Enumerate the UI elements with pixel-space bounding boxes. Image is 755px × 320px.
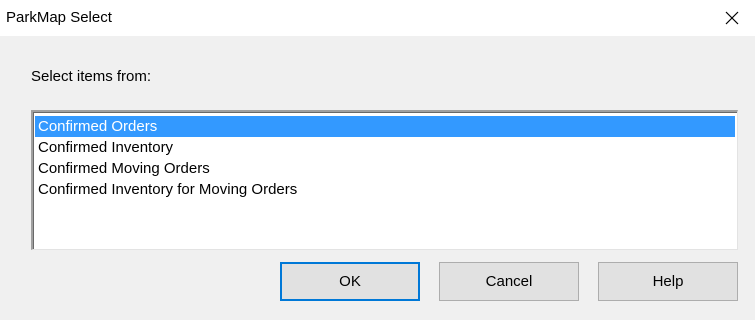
- parkmap-select-dialog: ParkMap Select Select items from: Confir…: [0, 0, 755, 320]
- list-item-confirmed-moving-orders[interactable]: Confirmed Moving Orders: [35, 158, 735, 179]
- close-icon: [725, 11, 739, 25]
- title-bar[interactable]: ParkMap Select: [0, 0, 755, 36]
- select-items-label: Select items from:: [31, 68, 152, 85]
- items-listbox[interactable]: Confirmed Orders Confirmed Inventory Con…: [31, 110, 738, 250]
- window-title: ParkMap Select: [6, 9, 112, 26]
- close-button[interactable]: [709, 0, 755, 36]
- help-button[interactable]: Help: [598, 262, 738, 301]
- ok-button[interactable]: OK: [280, 262, 420, 301]
- list-item-confirmed-inventory-for-moving-orders[interactable]: Confirmed Inventory for Moving Orders: [35, 179, 735, 200]
- list-item-confirmed-inventory[interactable]: Confirmed Inventory: [35, 137, 735, 158]
- list-item-confirmed-orders[interactable]: Confirmed Orders: [35, 116, 735, 137]
- cancel-button[interactable]: Cancel: [439, 262, 579, 301]
- listbox-items: Confirmed Orders Confirmed Inventory Con…: [35, 116, 735, 200]
